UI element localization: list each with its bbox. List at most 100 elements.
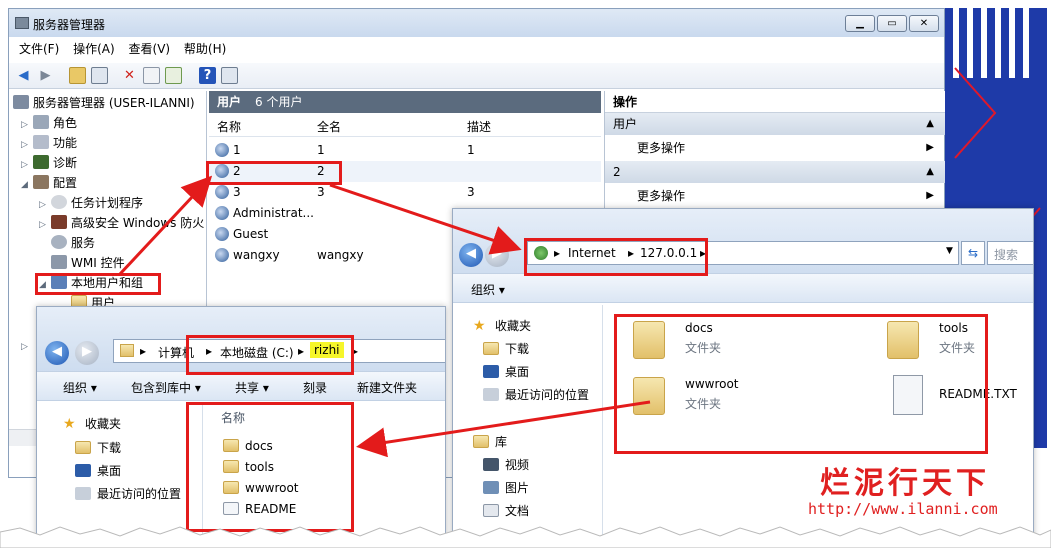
torn-edge-decoration	[0, 526, 1051, 548]
maximize-button[interactable]: ▭	[877, 15, 907, 32]
configuration-icon	[33, 175, 49, 189]
tree-item-features[interactable]: ▷ 功能	[21, 133, 77, 153]
nav-desktop[interactable]: 桌面	[75, 462, 121, 479]
column-headers: 名称 全名 描述	[209, 113, 601, 137]
properties-icon[interactable]	[143, 67, 160, 84]
gear-icon	[51, 235, 67, 249]
user-icon	[215, 185, 229, 199]
navigation-pane: ★ 收藏夹 下载 桌面 最近访问的位置 库 视频 图片 文档	[453, 305, 603, 537]
forward-button[interactable]: ▶	[75, 341, 99, 365]
show-hide-tree-icon[interactable]	[91, 67, 108, 84]
nav-videos[interactable]: 视频	[483, 456, 529, 473]
command-bar: 组织 ▾ 包含到库中 ▾ 共享 ▾ 刻录 新建文件夹	[37, 371, 445, 401]
annotation-box-local-users	[35, 273, 161, 295]
close-button[interactable]: ✕	[909, 15, 939, 32]
nav-desktop[interactable]: 桌面	[483, 363, 529, 380]
forward-icon[interactable]: ▶	[37, 67, 54, 84]
user-row[interactable]: 333	[209, 182, 601, 203]
user-icon	[215, 143, 229, 157]
menu-bar: 文件(F) 操作(A) 查看(V) 帮助(H)	[9, 39, 944, 59]
collapse-icon[interactable]: ▲	[926, 113, 934, 135]
tree-item-server-manager[interactable]: 服务器管理器 (USER-ILANNI)	[13, 93, 195, 113]
nav-recent[interactable]: 最近访问的位置	[75, 485, 181, 502]
firewall-icon	[51, 215, 67, 229]
include-in-library-button[interactable]: 包含到库中 ▾	[131, 379, 201, 396]
tree-item-services[interactable]: 服务	[51, 233, 95, 253]
nav-recent[interactable]: 最近访问的位置	[483, 386, 589, 403]
column-fullname[interactable]: 全名	[317, 118, 341, 135]
list-title: 用户	[217, 95, 242, 109]
diagnostics-icon	[33, 155, 49, 169]
forward-button[interactable]: ▶	[485, 243, 509, 267]
star-icon: ★	[63, 416, 76, 432]
menu-view[interactable]: 查看(V)	[129, 39, 171, 59]
user-icon	[215, 227, 229, 241]
tree-item-roles[interactable]: ▷ 角色	[21, 113, 77, 133]
export-list-icon[interactable]	[165, 67, 182, 84]
nav-libraries[interactable]: 库	[473, 433, 507, 450]
column-description[interactable]: 描述	[467, 118, 491, 135]
tree-item-configuration[interactable]: ◢ 配置	[21, 173, 77, 193]
tree-expander[interactable]: ▷	[21, 337, 28, 357]
actions-section-user-2[interactable]: 2 ▲	[605, 161, 946, 183]
up-folder-icon[interactable]	[69, 67, 86, 84]
nav-downloads[interactable]: 下载	[483, 340, 529, 357]
menu-action[interactable]: 操作(A)	[73, 39, 115, 59]
actions-section-users[interactable]: 用户 ▲	[605, 113, 946, 135]
tree-item-firewall[interactable]: ▷ 高级安全 Windows 防火	[39, 213, 204, 233]
list-header: 用户 6 个用户	[209, 91, 601, 113]
more-actions-user-2[interactable]: 更多操作 ▶	[605, 183, 946, 209]
user-count: 6 个用户	[255, 95, 303, 109]
menu-help[interactable]: 帮助(H)	[184, 39, 226, 59]
show-action-pane-icon[interactable]	[221, 67, 238, 84]
folder-icon	[120, 344, 134, 357]
back-button[interactable]: ◀	[459, 243, 483, 267]
annotation-box-ftp-files	[614, 314, 988, 454]
share-button[interactable]: 共享 ▾	[235, 379, 269, 396]
new-folder-button[interactable]: 新建文件夹	[357, 379, 417, 396]
back-button[interactable]: ◀	[45, 341, 69, 365]
recent-places-icon	[483, 388, 499, 401]
tree-item-diagnostics[interactable]: ▷ 诊断	[21, 153, 77, 173]
user-icon	[215, 206, 229, 220]
submenu-arrow-icon: ▶	[926, 190, 934, 201]
submenu-arrow-icon: ▶	[926, 142, 934, 153]
help-icon[interactable]: ?	[199, 67, 216, 84]
nav-documents[interactable]: 文档	[483, 502, 529, 519]
search-box[interactable]: 搜索	[987, 241, 1033, 265]
annotation-box-local-files	[186, 402, 354, 532]
nav-pictures[interactable]: 图片	[483, 479, 529, 496]
wmi-icon	[51, 255, 67, 269]
user-row[interactable]: 111	[209, 140, 601, 161]
delete-icon[interactable]: ✕	[121, 67, 138, 84]
more-actions-users[interactable]: 更多操作 ▶	[605, 135, 946, 161]
tree-item-task-scheduler[interactable]: ▷ 任务计划程序	[39, 193, 143, 213]
menu-file[interactable]: 文件(F)	[19, 39, 59, 59]
user-icon	[215, 248, 229, 262]
column-name[interactable]: 名称	[217, 118, 241, 135]
watermark-url: http://www.ilanni.com	[808, 500, 998, 518]
window-title: 服务器管理器	[33, 18, 106, 32]
burn-button[interactable]: 刻录	[303, 379, 327, 396]
nav-favorites[interactable]: ★ 收藏夹	[473, 317, 531, 334]
download-folder-icon	[75, 441, 91, 454]
organize-button[interactable]: 组织 ▾	[63, 379, 97, 396]
navigation-pane: ★ 收藏夹 下载 桌面 最近访问的位置	[37, 403, 203, 537]
back-icon[interactable]: ◀	[15, 67, 32, 84]
video-icon	[483, 458, 499, 471]
server-icon	[13, 95, 29, 109]
annotation-box-ftp-address	[524, 238, 708, 276]
minimize-button[interactable]: ▁	[845, 15, 875, 32]
address-dropdown-icon[interactable]: ▼	[946, 246, 953, 256]
star-icon: ★	[473, 318, 486, 334]
nav-favorites[interactable]: ★ 收藏夹	[63, 415, 121, 432]
command-bar: 组织 ▾	[453, 273, 1033, 303]
title-bar[interactable]: 服务器管理器 ▁ ▭ ✕	[9, 9, 944, 37]
tree-item-wmi[interactable]: WMI 控件	[51, 253, 125, 273]
refresh-button[interactable]: ⇆	[961, 241, 985, 265]
nav-downloads[interactable]: 下载	[75, 439, 121, 456]
collapse-icon[interactable]: ▲	[926, 161, 934, 183]
organize-button[interactable]: 组织 ▾	[471, 281, 505, 298]
library-icon	[473, 435, 489, 448]
actions-pane: 操作 用户 ▲ 更多操作 ▶ 2 ▲ 更多操作 ▶	[604, 91, 946, 211]
